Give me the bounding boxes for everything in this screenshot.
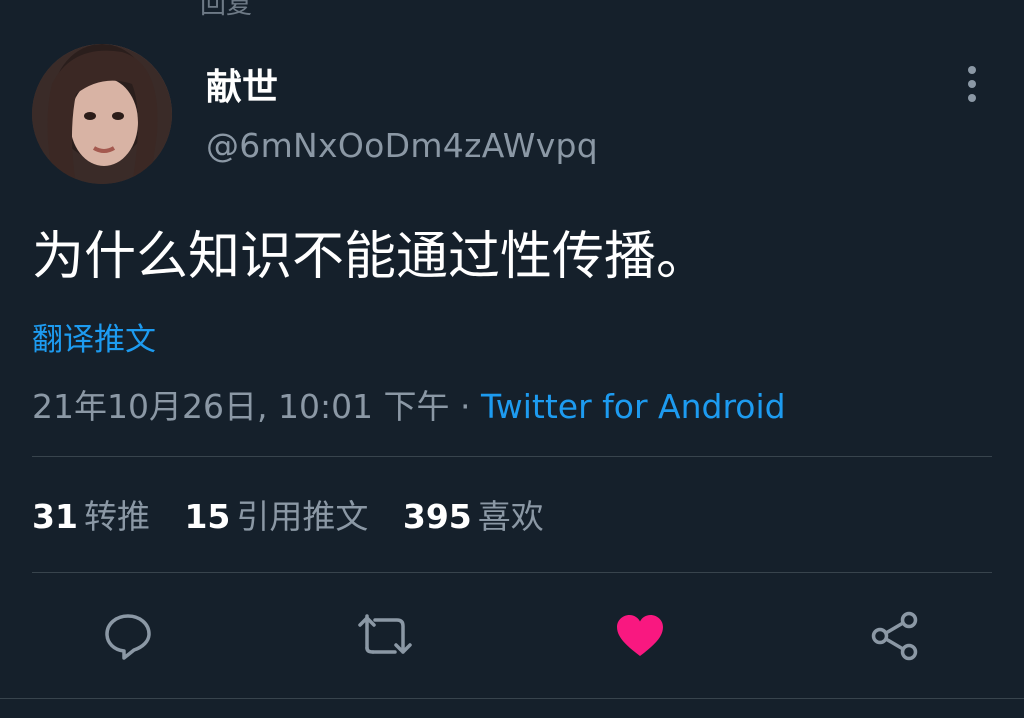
share-icon [871,611,918,661]
tweet-timestamp[interactable]: 21年10月26日, 10:01 下午 [32,387,450,426]
more-options-button[interactable] [950,62,994,106]
retweets-count: 31 [32,497,78,536]
user-handle[interactable]: @6mNxOoDm4zAWvpq [206,126,598,165]
share-button[interactable] [869,610,921,662]
translate-tweet-link[interactable]: 翻译推文 [32,314,156,359]
retweets-label: 转推 [83,497,150,536]
meta-separator: · [460,387,471,426]
divider [32,456,992,457]
retweet-icon [358,614,412,654]
divider [32,572,992,573]
likes-count: 395 [402,497,472,536]
retweets-stat[interactable]: 31 转推 [32,490,150,538]
avatar[interactable] [32,44,172,184]
quotes-stat[interactable]: 15 引用推文 [184,490,368,538]
quotes-count: 15 [184,497,231,536]
likes-label: 喜欢 [477,497,544,536]
more-vertical-icon [968,66,976,102]
likes-stat[interactable]: 395 喜欢 [403,490,544,538]
avatar-image [32,44,172,184]
previous-reply-label: 回复 [200,0,253,20]
like-button[interactable] [614,610,666,662]
quotes-label: 引用推文 [236,497,369,536]
display-name[interactable]: 献世 [206,58,278,110]
tweet-source-link[interactable]: Twitter for Android [481,387,786,426]
tweet-text: 为什么知识不能通过性传播。 [32,227,709,287]
heart-icon [617,615,663,656]
reply-icon [105,614,151,660]
tweet-stats: 31 转推 15 引用推文 395 喜欢 [32,490,568,538]
reply-button[interactable] [102,610,154,662]
bottom-strip [0,699,1024,718]
retweet-button[interactable] [357,610,412,662]
tweet-meta: 21年10月26日, 10:01 下午 · Twitter for Androi… [32,380,786,428]
